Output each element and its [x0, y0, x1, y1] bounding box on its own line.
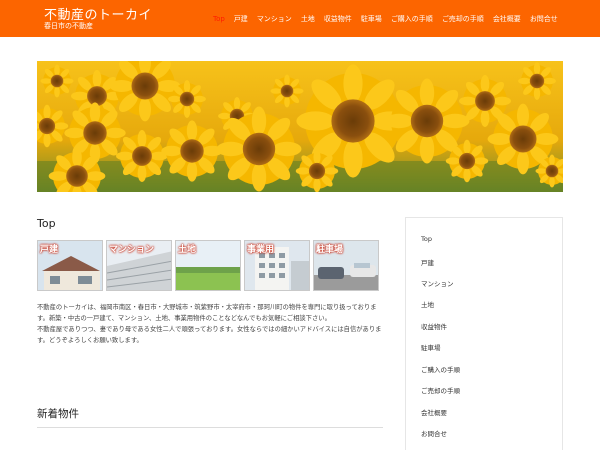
sidebar-item-sale-steps[interactable]: ご売却の手順 [421, 385, 460, 395]
nav-item-sale-steps[interactable]: ご売却の手順 [442, 14, 484, 24]
category-parking[interactable]: 駐車場 [313, 240, 379, 291]
sidebar-item-purchase-steps[interactable]: ご購入の手順 [421, 364, 460, 374]
sidebar-item-company[interactable]: 会社概要 [421, 407, 447, 417]
nav-item-top[interactable]: Top [213, 14, 225, 24]
category-land-label: 土地 [178, 245, 197, 255]
site-header: 不動産のトーカイ 春日市の不動産 Top 戸建 マンション 土地 収益物件 駐車… [0, 0, 600, 37]
page-title: Top [37, 217, 56, 230]
sidebar-menu: Top 戸建 マンション 土地 収益物件 駐車場 ご購入の手順 ご売却の手順 会… [405, 217, 563, 450]
new-listings-heading: 新着物件 [37, 408, 79, 420]
sidebar-item-contact[interactable]: お問合せ [421, 428, 447, 438]
intro-text: 不動産のトーカイは、福岡市南区・春日市・大野城市・筑紫野市・太宰府市・那珂川町の… [37, 302, 383, 346]
sidebar-item-land[interactable]: 土地 [421, 299, 434, 309]
nav-item-house[interactable]: 戸建 [234, 14, 248, 24]
category-parking-label: 駐車場 [316, 245, 344, 255]
site-subtitle: 春日市の不動産 [44, 22, 93, 30]
sidebar-item-house[interactable]: 戸建 [421, 257, 434, 267]
category-house-label: 戸建 [40, 245, 59, 255]
sunflower-banner-image [37, 61, 563, 192]
category-mansion-label: マンション [109, 245, 155, 255]
sunflower-banner [37, 61, 563, 192]
category-business[interactable]: 事業用 [244, 240, 310, 291]
sidebar-item-income-property[interactable]: 収益物件 [421, 321, 447, 331]
divider [37, 427, 383, 428]
main-nav: Top 戸建 マンション 土地 収益物件 駐車場 ご購入の手順 ご売却の手順 会… [213, 14, 567, 24]
sidebar-item-parking[interactable]: 駐車場 [421, 342, 441, 352]
nav-item-company[interactable]: 会社概要 [493, 14, 521, 24]
nav-item-mansion[interactable]: マンション [257, 14, 292, 24]
category-mansion[interactable]: マンション [106, 240, 172, 291]
category-links: 戸建 マンション 土地 事業用 駐車場 [37, 240, 382, 291]
category-land[interactable]: 土地 [175, 240, 241, 291]
sidebar-item-top[interactable]: Top [421, 235, 432, 243]
sidebar-item-mansion[interactable]: マンション [421, 278, 454, 288]
nav-item-land[interactable]: 土地 [301, 14, 315, 24]
intro-paragraph-2: 不動産屋でありつつ、妻であり母である女性二人で頑張っております。女性ならではの細… [37, 326, 382, 344]
category-business-label: 事業用 [247, 245, 275, 255]
nav-item-income-property[interactable]: 収益物件 [324, 14, 352, 24]
nav-item-parking[interactable]: 駐車場 [361, 14, 382, 24]
nav-item-purchase-steps[interactable]: ご購入の手順 [391, 14, 433, 24]
category-house[interactable]: 戸建 [37, 240, 103, 291]
intro-paragraph-1: 不動産のトーカイは、福岡市南区・春日市・大野城市・筑紫野市・太宰府市・那珂川町の… [37, 304, 377, 322]
nav-item-contact[interactable]: お問合せ [530, 14, 558, 24]
